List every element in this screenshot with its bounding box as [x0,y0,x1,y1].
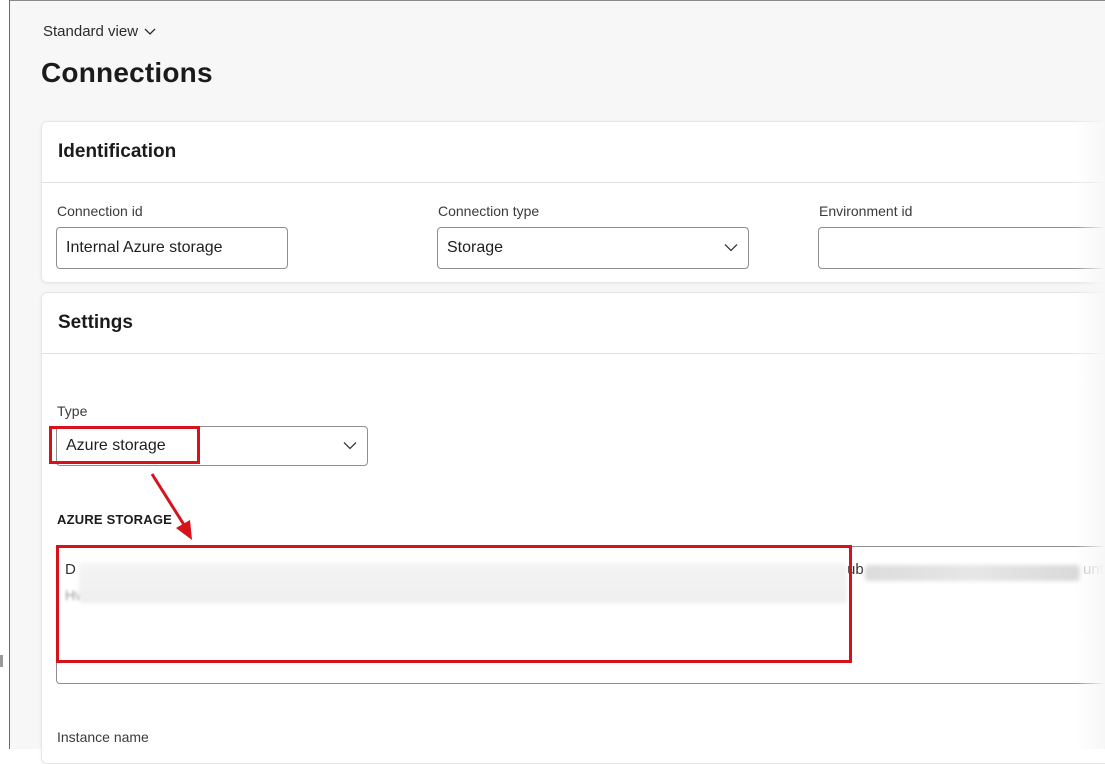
page-title: Connections [41,57,213,88]
identification-header[interactable]: Identification [42,122,1105,183]
connection-id-input[interactable]: Internal Azure storage [56,227,288,269]
settings-header[interactable]: Settings [42,293,1105,354]
connection-type-select[interactable]: Storage [437,227,749,269]
environment-id-label: Environment id [819,203,913,219]
azure-storage-connection-string[interactable]: D ub untI HvJA== [56,546,1105,684]
redaction-blur [79,563,847,603]
settings-card: Settings Type Azure storage AZURE STORAG… [41,292,1105,764]
standard-view-selector[interactable]: Standard view [43,23,156,40]
connection-string-start: D [65,561,76,578]
redaction-blur [865,565,1080,581]
connection-id-label: Connection id [57,203,143,219]
identification-card: Identification Connection id Internal Az… [41,121,1105,283]
chevron-down-icon [343,442,357,450]
connection-id-value: Internal Azure storage [66,239,223,256]
chevron-down-icon [724,244,738,252]
connection-type-value: Storage [447,239,504,256]
connection-string-mid: ub [847,561,864,578]
view-label: Standard view [43,23,139,40]
connection-type-label: Connection type [438,203,540,219]
environment-id-input[interactable] [818,227,1105,269]
connection-string-end: untI [1083,561,1105,578]
type-label: Type [57,403,88,419]
type-value: Azure storage [66,437,166,454]
type-select[interactable]: Azure storage [56,426,368,466]
scroll-marker [0,655,3,667]
instance-name-label: Instance name [57,729,149,745]
connections-page: Standard view Connections Identification… [10,1,1105,764]
arrow-annotation-icon [150,473,192,540]
chevron-down-icon [144,28,156,35]
